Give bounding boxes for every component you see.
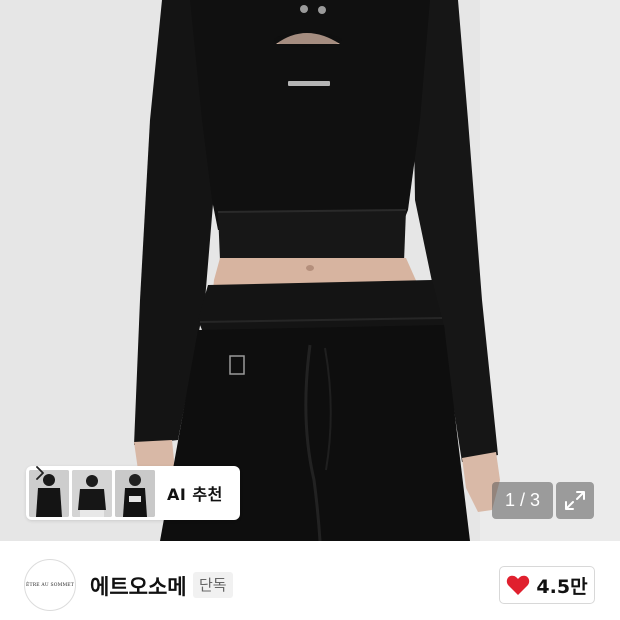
thumbnail-photo — [115, 469, 155, 517]
brand-logo[interactable]: ÊTRE AU SOMMET — [24, 559, 76, 611]
ai-recommend-thumbnail[interactable] — [115, 469, 155, 517]
ai-recommend-button[interactable]: AI 추천 — [26, 466, 240, 520]
expand-image-button[interactable] — [556, 482, 594, 519]
ai-recommend-label: AI 추천 — [167, 485, 223, 504]
chevron-right-icon — [36, 466, 44, 480]
product-photo-illustration — [0, 0, 620, 541]
thumbnail-photo — [72, 469, 112, 517]
expand-icon — [565, 491, 585, 510]
brand-row: ÊTRE AU SOMMET 에트오소메 단독 4.5만 — [0, 541, 620, 620]
heart-icon — [507, 575, 530, 595]
like-button[interactable]: 4.5만 — [499, 566, 595, 604]
image-pager: 1 / 3 — [492, 482, 553, 519]
brand-logo-text: ÊTRE AU SOMMET — [26, 582, 74, 588]
exclusive-badge: 단독 — [193, 572, 233, 598]
like-count: 4.5만 — [536, 575, 588, 598]
product-image[interactable]: AI 추천 1 / 3 — [0, 0, 620, 541]
brand-name[interactable]: 에트오소메 — [90, 571, 187, 601]
ai-recommend-thumbnail[interactable] — [72, 469, 112, 517]
